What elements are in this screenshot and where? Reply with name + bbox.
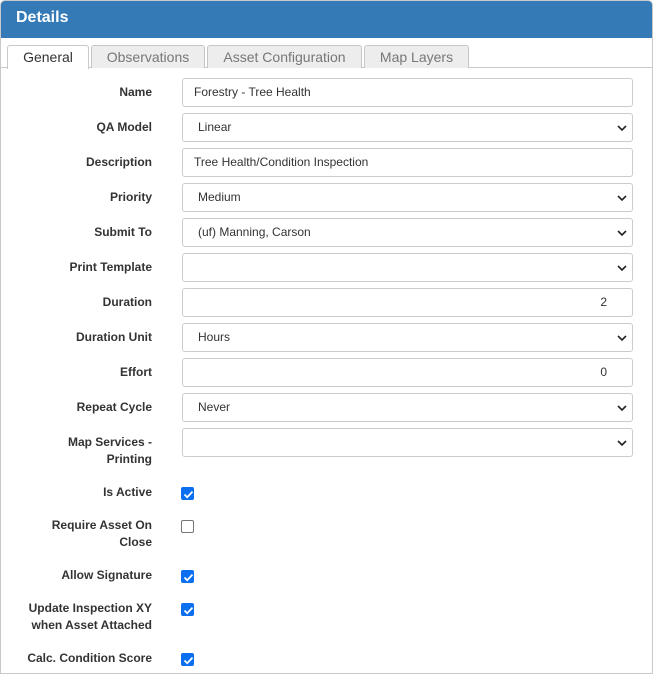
repeat-cycle-label: Repeat Cycle — [76, 400, 152, 414]
require-asset-checkbox[interactable] — [181, 520, 194, 533]
allow-signature-label: Allow Signature — [61, 568, 152, 582]
repeat-cycle-value: Never — [198, 400, 231, 414]
checkmark-icon — [183, 656, 194, 665]
tab-general[interactable]: General — [7, 45, 89, 69]
submit-to-label: Submit To — [94, 225, 152, 239]
chevron-down-icon — [617, 440, 627, 447]
priority-value: Medium — [198, 190, 241, 204]
chevron-down-icon — [617, 335, 627, 342]
chevron-down-icon — [617, 230, 627, 237]
require-asset-label-line1: Require Asset On — [51, 518, 152, 532]
checkmark-icon — [183, 490, 194, 499]
name-label: Name — [119, 85, 152, 99]
require-asset-label: Require Asset On Close — [2, 517, 152, 551]
chevron-down-icon — [617, 125, 627, 132]
map-services-label: Map Services - Printing — [2, 434, 152, 468]
update-xy-label-line1: Update Inspection XY — [28, 601, 152, 615]
chevron-down-icon — [617, 195, 627, 202]
qa-model-select[interactable]: Linear — [182, 113, 633, 142]
duration-unit-value: Hours — [198, 330, 231, 344]
duration-unit-select[interactable]: Hours — [182, 323, 633, 352]
qa-model-label: QA Model — [96, 120, 152, 134]
chevron-down-icon — [617, 405, 627, 412]
map-services-label-line1: Map Services - — [67, 435, 152, 449]
map-services-label-line2: Printing — [106, 452, 152, 466]
checkmark-icon — [183, 606, 194, 615]
require-asset-label-line2: Close — [119, 535, 152, 549]
submit-to-value: (uf) Manning, Carson — [198, 225, 311, 239]
duration-input-value: 2 — [600, 295, 607, 309]
duration-input[interactable]: 2 — [182, 288, 633, 317]
duration-label: Duration — [102, 295, 152, 309]
name-input[interactable]: Forestry - Tree Health — [182, 78, 633, 107]
name-input-value: Forestry - Tree Health — [194, 85, 311, 99]
calc-condition-label: Calc. Condition Score — [27, 651, 152, 665]
tab-map-layers[interactable]: Map Layers — [364, 45, 469, 68]
tab-observations[interactable]: Observations — [91, 45, 205, 68]
panel-title: Details — [1, 1, 652, 38]
effort-label: Effort — [120, 365, 152, 379]
repeat-cycle-select[interactable]: Never — [182, 393, 633, 422]
details-panel: Details General Observations Asset Confi… — [0, 0, 653, 674]
tab-asset-configuration[interactable]: Asset Configuration — [207, 45, 362, 68]
priority-select[interactable]: Medium — [182, 183, 633, 212]
update-xy-checkbox[interactable] — [181, 603, 194, 616]
description-input-value: Tree Health/Condition Inspection — [194, 155, 369, 169]
calc-condition-checkbox[interactable] — [181, 653, 194, 666]
effort-input-value: 0 — [600, 365, 607, 379]
priority-label: Priority — [109, 190, 152, 204]
effort-input[interactable]: 0 — [182, 358, 633, 387]
update-xy-label-line2: when Asset Attached — [31, 618, 152, 632]
print-template-label: Print Template — [69, 260, 152, 274]
qa-model-value: Linear — [198, 120, 232, 134]
is-active-checkbox[interactable] — [181, 487, 194, 500]
tab-bar: General Observations Asset Configuration… — [1, 38, 652, 69]
description-label: Description — [85, 155, 152, 169]
is-active-label: Is Active — [103, 485, 152, 499]
description-input[interactable]: Tree Health/Condition Inspection — [182, 148, 633, 177]
map-services-select[interactable] — [182, 428, 633, 457]
submit-to-select[interactable]: (uf) Manning, Carson — [182, 218, 633, 247]
checkmark-icon — [183, 573, 194, 582]
allow-signature-checkbox[interactable] — [181, 570, 194, 583]
duration-unit-label: Duration Unit — [76, 330, 152, 344]
print-template-select[interactable] — [182, 253, 633, 282]
update-xy-label: Update Inspection XY when Asset Attached — [2, 600, 152, 634]
chevron-down-icon — [617, 265, 627, 272]
